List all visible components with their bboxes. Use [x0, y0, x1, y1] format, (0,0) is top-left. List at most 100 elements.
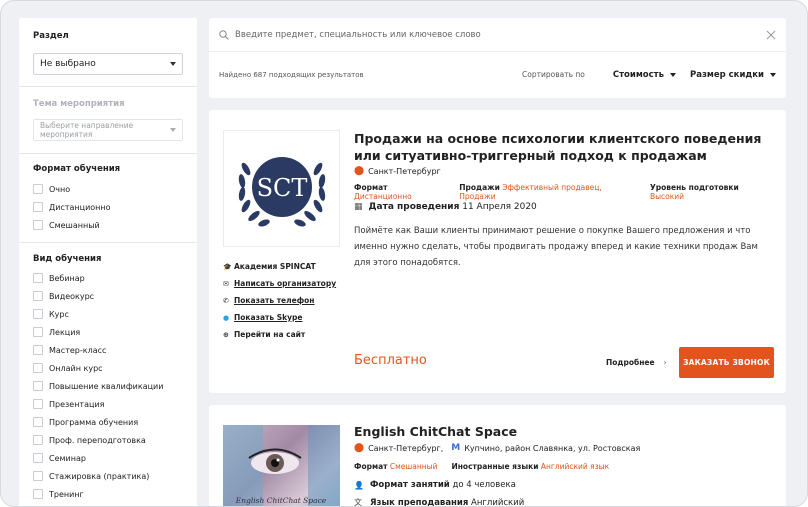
checkbox[interactable] — [33, 273, 43, 283]
more-link[interactable]: Подробнее › — [606, 358, 667, 367]
sort-label: Сортировать по — [522, 70, 585, 79]
checkbox[interactable] — [33, 327, 43, 337]
checkbox[interactable] — [33, 202, 43, 212]
price: Бесплатно — [354, 353, 427, 368]
sort-by-cost[interactable]: Стоимость — [613, 70, 676, 80]
format-option[interactable]: Очно — [33, 180, 183, 198]
type-option[interactable]: Проф. переподготовка — [33, 431, 183, 449]
organizer-name[interactable]: 🎓 Академия SPINCAT — [223, 258, 336, 275]
message-organizer-link[interactable]: ✉ Написать организатору — [223, 275, 336, 292]
user-icon: 👤 — [354, 480, 364, 490]
type-option[interactable]: Курс — [33, 305, 183, 323]
checkbox[interactable] — [33, 489, 43, 499]
course-tags: Формат Смешанный Иностранные языки Англи… — [354, 462, 623, 471]
map-pin-icon: ⬤ — [354, 166, 365, 176]
type-option[interactable]: Повышение квалификации — [33, 377, 183, 395]
search-icon — [219, 29, 229, 40]
type-option[interactable]: Стажировка (практика) — [33, 467, 183, 485]
filter-sidebar: Раздел Не выбрано Тема мероприятия Выбер… — [19, 18, 197, 506]
type-option[interactable]: Тренинг — [33, 485, 183, 503]
chevron-down-icon — [170, 62, 176, 66]
laurel-logo-icon: SCT — [238, 156, 325, 226]
section-select[interactable]: Не выбрано — [33, 53, 183, 75]
checkbox[interactable] — [33, 291, 43, 301]
checkbox[interactable] — [33, 363, 43, 373]
type-option[interactable]: Программа обучения — [33, 413, 183, 431]
course-card: English ChitChat Space English ChitChat … — [209, 405, 786, 507]
chevron-down-icon — [770, 72, 776, 77]
section-select-value: Не выбрано — [40, 59, 96, 69]
type-option[interactable]: Семинар — [33, 449, 183, 467]
teaching-language: 文 Язык преподавания Английский — [354, 497, 525, 507]
checkbox[interactable] — [33, 471, 43, 481]
checkbox[interactable] — [33, 309, 43, 319]
search-panel: Найдено 687 подходящих результатов Сорти… — [209, 18, 786, 98]
order-call-button[interactable]: ЗАКАЗАТЬ ЗВОНОК — [679, 347, 774, 378]
go-to-site-link[interactable]: ⊕ Перейти на сайт — [223, 326, 336, 343]
course-title[interactable]: English ChitChat Space — [354, 423, 774, 440]
show-skype-link[interactable]: ● Показать Skype — [223, 309, 336, 326]
location: ⬤ Санкт-Петербург — [354, 166, 441, 176]
course-card: SCT 🎓 Академия SPINCAT ✉ Написать органи… — [209, 110, 786, 393]
checkbox[interactable] — [33, 220, 43, 230]
search-input[interactable] — [235, 29, 766, 40]
app-frame: Раздел Не выбрано Тема мероприятия Выбер… — [0, 0, 808, 507]
type-option[interactable]: Лекция — [33, 323, 183, 341]
topic-filter-label: Тема мероприятия — [33, 99, 125, 109]
metro-icon: M — [451, 443, 461, 453]
show-phone-link[interactable]: ✆ Показать телефон — [223, 292, 336, 309]
class-format: 👤 Формат занятий до 4 человека — [354, 480, 516, 490]
eye-photo-icon: English ChitChat Space — [223, 425, 340, 506]
map-pin-icon: ⬤ — [354, 443, 365, 453]
type-option[interactable]: Онлайн курс — [33, 359, 183, 377]
location: ⬤ Санкт-Петербург, M Купчино, район Слав… — [354, 443, 641, 453]
language-icon: 文 — [354, 498, 362, 507]
format-option[interactable]: Дистанционно — [33, 198, 183, 216]
section-filter-label: Раздел — [33, 31, 69, 41]
globe-icon: ⊕ — [223, 330, 229, 339]
search-bar — [209, 18, 786, 52]
tag-languages: Иностранные языки Английский язык — [451, 462, 610, 471]
checkbox[interactable] — [33, 345, 43, 355]
topic-select[interactable]: Выберите направление мероприятия — [33, 119, 183, 141]
format-filter-label: Формат обучения — [33, 164, 121, 174]
type-option[interactable]: Мастер-класс — [33, 341, 183, 359]
event-date: ▦ Дата проведения 11 Апреля 2020 — [354, 202, 537, 212]
topic-select-placeholder: Выберите направление мероприятия — [40, 121, 134, 139]
type-option[interactable]: Видеокурс — [33, 287, 183, 305]
checkbox[interactable] — [33, 399, 43, 409]
sort-by-discount[interactable]: Размер скидки — [690, 70, 776, 80]
tag-format: Формат Дистанционно — [354, 183, 412, 201]
organizer-logo[interactable]: SCT — [223, 130, 340, 247]
close-icon[interactable] — [766, 30, 776, 40]
results-bar: Найдено 687 подходящих результатов Сорти… — [209, 52, 786, 97]
skype-icon: ● — [223, 313, 230, 322]
svg-text:SCT: SCT — [256, 174, 307, 202]
checkbox[interactable] — [33, 453, 43, 463]
calendar-icon: ▦ — [354, 202, 363, 212]
course-description: Поймёте как Ваши клиенты принимают решен… — [354, 226, 758, 268]
chevron-down-icon — [170, 128, 176, 132]
organizer-links: 🎓 Академия SPINCAT ✉ Написать организатору… — [223, 258, 336, 343]
course-tags: Формат Дистанционно Продажи Эффективный … — [354, 183, 786, 201]
tag-sales: Продажи Эффективный продавец, Продажи — [459, 183, 602, 201]
type-option[interactable]: Вебинар — [33, 269, 183, 287]
envelope-icon: ✉ — [223, 279, 229, 288]
chevron-right-icon: › — [663, 358, 667, 367]
checkbox[interactable] — [33, 381, 43, 391]
checkbox[interactable] — [33, 435, 43, 445]
results-count: Найдено 687 подходящих результатов — [219, 70, 364, 79]
type-filter-label: Вид обучения — [33, 254, 102, 264]
course-image[interactable]: English ChitChat Space — [223, 425, 340, 506]
graduation-cap-icon: 🎓 — [223, 262, 232, 271]
phone-icon: ✆ — [223, 296, 229, 305]
svg-text:English ChitChat Space: English ChitChat Space — [235, 496, 327, 505]
checkbox[interactable] — [33, 417, 43, 427]
course-title[interactable]: Продажи на основе психологии клиентского… — [354, 130, 774, 164]
tag-level: Уровень подготовки Высокий — [649, 183, 739, 201]
chevron-down-icon — [669, 72, 676, 77]
type-option[interactable]: Презентация — [33, 395, 183, 413]
tag-format: Формат Смешанный — [354, 462, 438, 471]
format-option[interactable]: Смешанный — [33, 216, 183, 234]
checkbox[interactable] — [33, 184, 43, 194]
